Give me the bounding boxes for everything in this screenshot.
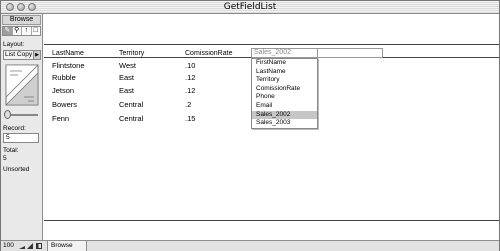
footer-divider: [44, 220, 499, 221]
cell-lastname[interactable]: Jetson: [52, 86, 74, 95]
title-bar: GetFieldList: [1, 1, 499, 14]
find-tool-icon[interactable]: ⚲: [13, 27, 22, 35]
bottom-bar: 100 Browse: [1, 240, 499, 251]
field-list-popup-value: Sales_2002: [254, 49, 318, 57]
menu-item-comissionrate[interactable]: ComissionRate: [252, 85, 317, 94]
column-header-territory: Territory: [119, 50, 145, 57]
layout-content: LastName Territory ComissionRate Sales_2…: [44, 14, 499, 240]
cell-comissionrate[interactable]: .12: [185, 86, 195, 95]
browse-tool-icon[interactable]: ✎: [3, 27, 13, 35]
zoom-out-icon[interactable]: [19, 243, 25, 249]
cell-territory[interactable]: West: [119, 61, 136, 70]
record-slider-thumb[interactable]: [4, 110, 11, 119]
cell-territory[interactable]: Central: [119, 114, 143, 123]
status-area-toggle-icon[interactable]: [36, 243, 42, 249]
layout-label: Layout:: [3, 41, 25, 48]
cell-comissionrate[interactable]: .15: [185, 114, 195, 123]
menu-item-territory[interactable]: Territory: [252, 76, 317, 85]
field-list-popup[interactable]: Sales_2002: [251, 48, 383, 58]
header-top-divider: [44, 44, 499, 45]
zoom-level[interactable]: 100: [3, 242, 14, 249]
column-header-lastname: LastName: [52, 50, 84, 57]
cell-territory[interactable]: East: [119, 73, 134, 82]
column-header-comissionrate: ComissionRate: [185, 50, 233, 57]
menu-item-email[interactable]: Email: [252, 102, 317, 111]
total-value: 5: [3, 155, 7, 162]
window-title: GetFieldList: [223, 2, 277, 12]
cell-comissionrate[interactable]: .2: [185, 100, 191, 109]
cell-territory[interactable]: Central: [119, 100, 143, 109]
mode-popup[interactable]: Browse: [47, 241, 87, 251]
cell-lastname[interactable]: Fenn: [52, 114, 69, 123]
layout-popup-arrow-icon[interactable]: ▶: [33, 51, 40, 59]
status-area: Browse ✎ ⚲ ↑ □ Layout: List Copy ▶ Recor…: [1, 14, 43, 240]
sort-status: Unsorted: [3, 166, 30, 173]
total-label: Total:: [3, 147, 19, 154]
mode-tool-strip: ✎ ⚲ ↑ □: [2, 26, 41, 36]
menu-item-sales-2002[interactable]: Sales_2002: [252, 110, 317, 120]
menu-item-sales-2003[interactable]: Sales_2003: [252, 119, 317, 128]
layout-popup[interactable]: List Copy ▶: [3, 50, 41, 60]
record-number-field[interactable]: 5: [3, 133, 39, 143]
menu-item-firstname[interactable]: FirstName: [252, 59, 317, 68]
cell-lastname[interactable]: Rubble: [52, 73, 76, 82]
layout-tool-icon[interactable]: ↑: [22, 27, 32, 35]
cell-comissionrate[interactable]: .12: [185, 73, 195, 82]
zoom-in-icon[interactable]: [27, 243, 33, 249]
cell-territory[interactable]: East: [119, 86, 134, 95]
record-label: Record:: [3, 125, 26, 132]
window: GetFieldList Browse ✎ ⚲ ↑ □ Layout: List…: [0, 0, 500, 251]
cell-lastname[interactable]: Flintstone: [52, 61, 85, 70]
cell-comissionrate[interactable]: .10: [185, 61, 195, 70]
menu-item-phone[interactable]: Phone: [252, 93, 317, 102]
menu-item-lastname[interactable]: LastName: [252, 68, 317, 77]
field-list-menu: FirstName LastName Territory ComissionRa…: [251, 58, 318, 129]
mode-label: Browse: [2, 15, 41, 25]
cell-lastname[interactable]: Bowers: [52, 100, 77, 109]
preview-tool-icon[interactable]: □: [32, 27, 41, 35]
layout-popup-value: List Copy: [5, 51, 33, 58]
record-book-icon[interactable]: [4, 63, 40, 107]
